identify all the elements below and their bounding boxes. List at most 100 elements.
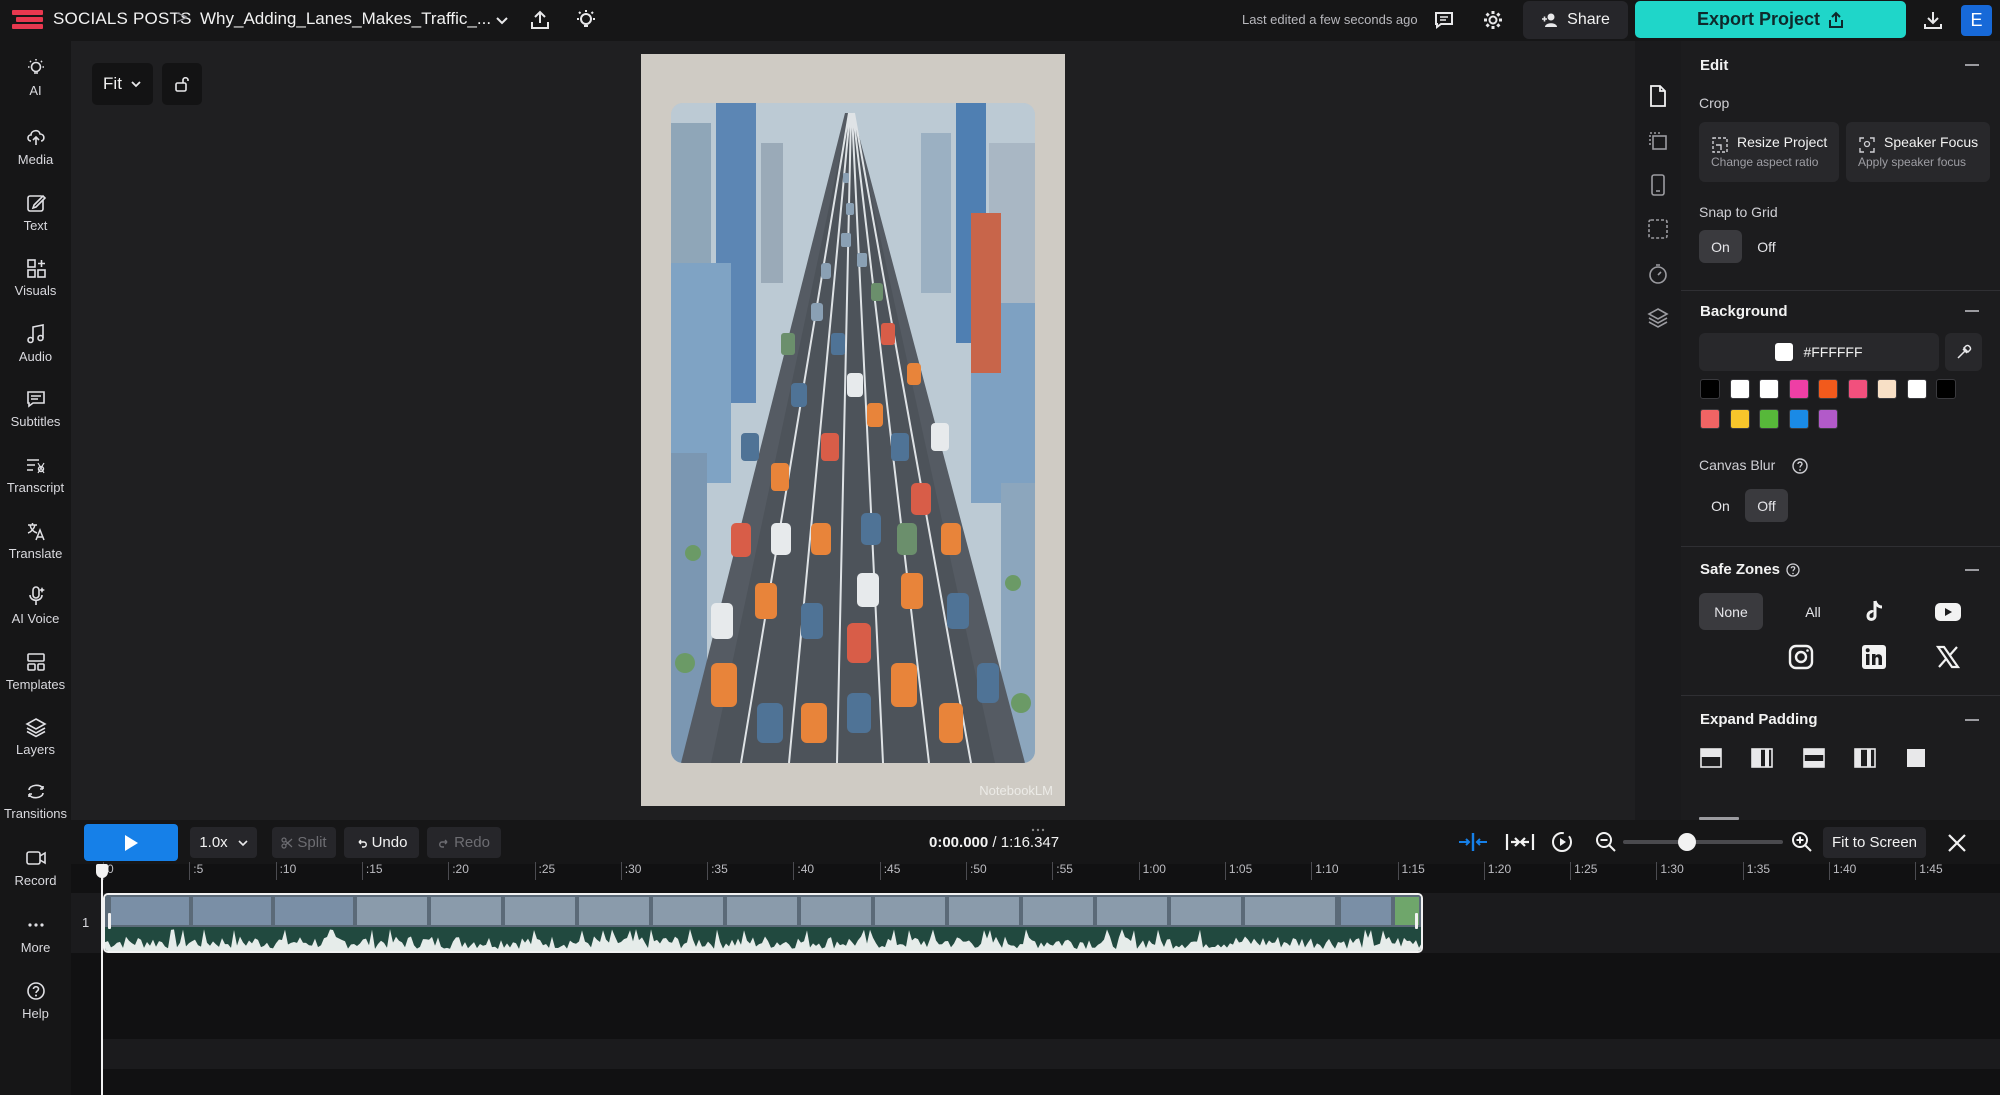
redo-button[interactable]: Redo [427, 827, 501, 858]
collapse-edit-icon[interactable] [1965, 64, 1979, 66]
color-swatch[interactable] [1788, 379, 1809, 399]
linkedin-icon[interactable] [1859, 642, 1889, 672]
close-icon[interactable] [1947, 833, 1967, 853]
section-divider [1681, 695, 2000, 696]
help-icon[interactable] [1785, 562, 1801, 578]
color-swatch[interactable] [1818, 409, 1838, 429]
video-clip[interactable] [103, 893, 1423, 953]
pad-top-icon[interactable] [1700, 748, 1722, 768]
gear-icon[interactable] [1479, 6, 1507, 34]
zoom-in-icon[interactable] [1791, 831, 1813, 853]
color-swatch[interactable] [1700, 409, 1720, 429]
color-swatch[interactable] [1759, 409, 1779, 429]
zoom-slider[interactable] [1623, 833, 1783, 851]
color-swatch[interactable] [1818, 379, 1838, 399]
app-logo[interactable] [12, 8, 43, 30]
color-swatch[interactable] [1729, 379, 1750, 399]
duplicate-icon[interactable] [1646, 129, 1670, 153]
collapse-background-icon[interactable] [1965, 310, 1979, 312]
pad-sides-icon[interactable] [1751, 748, 1773, 768]
export-project-button[interactable]: Export Project [1635, 1, 1906, 38]
collapse-expand-padding-icon[interactable] [1965, 719, 1979, 721]
project-name[interactable]: Why_Adding_Lanes_Makes_Traffic_... [200, 9, 491, 29]
resize-handle[interactable] [1030, 820, 1046, 832]
sidebar-item-transcript[interactable]: Transcript [0, 454, 71, 508]
instagram-icon[interactable] [1786, 642, 1816, 672]
color-swatch[interactable] [1847, 379, 1868, 399]
aspect-lock-button[interactable] [162, 63, 202, 105]
sidebar-item-more[interactable]: More [0, 914, 71, 968]
clip-trim-start-handle[interactable] [108, 913, 111, 929]
sidebar-item-help[interactable]: Help [0, 980, 71, 1034]
blur-off-toggle[interactable]: Off [1745, 489, 1788, 522]
snap-icon[interactable] [1457, 832, 1489, 852]
bulb-icon[interactable] [572, 6, 600, 34]
share-button[interactable]: Share [1523, 1, 1628, 39]
playback-speed-dropdown[interactable]: 1.0x [190, 827, 257, 858]
chevron-down-icon[interactable] [495, 13, 509, 27]
safe-zone-none[interactable]: None [1699, 593, 1763, 630]
safe-zone-all[interactable]: All [1781, 593, 1845, 630]
workspace-breadcrumb[interactable]: SOCIALS POSTS [53, 9, 192, 29]
undo-button[interactable]: Undo [344, 827, 419, 858]
speaker-focus-button[interactable]: Speaker Focus Apply speaker focus [1846, 122, 1990, 182]
download-button[interactable] [1915, 4, 1951, 36]
snap-off-toggle[interactable]: Off [1745, 230, 1788, 263]
sidebar-item-transitions[interactable]: Transitions [0, 780, 71, 834]
color-swatch[interactable] [1729, 409, 1750, 429]
pad-vertical-icon[interactable] [1803, 748, 1825, 768]
zoom-slider-thumb[interactable] [1678, 833, 1696, 851]
pad-horizontal-icon[interactable] [1854, 748, 1876, 768]
clip-trim-end-handle[interactable] [1415, 913, 1418, 929]
fit-timeline-icon[interactable] [1505, 832, 1535, 852]
playhead-handle[interactable] [96, 864, 108, 878]
fit-to-screen-button[interactable]: Fit to Screen [1823, 827, 1926, 858]
eyedropper-button[interactable] [1945, 333, 1982, 371]
color-swatch[interactable] [1788, 409, 1809, 429]
snap-on-toggle[interactable]: On [1699, 230, 1742, 263]
current-color-swatch [1775, 343, 1794, 361]
split-button[interactable]: Split [272, 827, 336, 858]
tiktok-icon[interactable] [1859, 597, 1889, 627]
sidebar-item-translate[interactable]: Translate [0, 520, 71, 574]
comment-icon[interactable] [1430, 6, 1458, 34]
sidebar-item-subtitles[interactable]: Subtitles [0, 388, 71, 442]
color-swatch[interactable] [1906, 379, 1927, 399]
color-swatch[interactable] [1759, 379, 1779, 399]
color-swatch[interactable] [1936, 379, 1956, 399]
document-icon[interactable] [1646, 84, 1670, 108]
phone-icon[interactable] [1646, 173, 1670, 197]
breadcrumb-separator: > [176, 7, 188, 29]
color-swatch[interactable] [1700, 379, 1720, 399]
color-swatch[interactable] [1877, 379, 1897, 399]
avatar[interactable]: E [1961, 5, 1992, 36]
sidebar-item-text[interactable]: Text [0, 192, 71, 246]
sidebar-item-templates[interactable]: Templates [0, 651, 71, 705]
upload-icon[interactable] [526, 6, 554, 34]
pad-all-icon[interactable] [1905, 748, 1927, 768]
sidebar-item-audio[interactable]: Audio [0, 323, 71, 377]
sidebar-item-layers[interactable]: Layers [0, 716, 71, 770]
fit-dropdown[interactable]: Fit [92, 63, 153, 105]
background-color-field[interactable]: #FFFFFF [1699, 333, 1939, 371]
sidebar-item-record[interactable]: Record [0, 847, 71, 901]
sidebar-item-ai[interactable]: AI [0, 57, 71, 111]
video-preview[interactable]: NotebookLM [641, 54, 1065, 806]
collapse-safe-zones-icon[interactable] [1965, 569, 1979, 571]
grid-icon[interactable] [1646, 217, 1670, 241]
blur-on-toggle[interactable]: On [1699, 489, 1742, 522]
play-button[interactable] [84, 824, 178, 861]
youtube-icon[interactable] [1933, 597, 1963, 627]
auto-scroll-icon[interactable] [1550, 830, 1574, 854]
timer-icon[interactable] [1646, 262, 1670, 286]
zoom-out-icon[interactable] [1595, 831, 1617, 853]
help-icon[interactable] [1791, 457, 1809, 475]
sidebar-item-ai-voice[interactable]: AI Voice [0, 585, 71, 639]
playhead[interactable] [101, 872, 103, 1095]
top-bar: SOCIALS POSTS > Why_Adding_Lanes_Makes_T… [0, 0, 2000, 41]
layers-icon[interactable] [1646, 306, 1670, 330]
sidebar-item-visuals[interactable]: Visuals [0, 257, 71, 311]
sidebar-item-media[interactable]: Media [0, 126, 71, 180]
resize-project-button[interactable]: Resize Project Change aspect ratio [1699, 122, 1839, 182]
x-icon[interactable] [1933, 642, 1963, 672]
